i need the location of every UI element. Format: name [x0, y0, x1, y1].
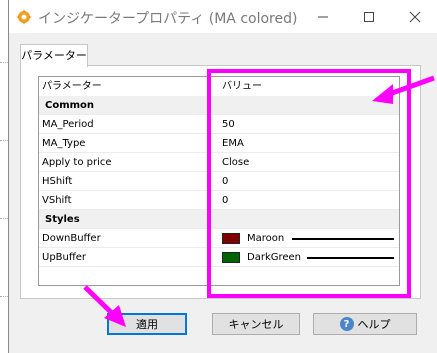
arrow-head — [372, 84, 393, 104]
tab-parameters[interactable]: パラメーター — [20, 44, 88, 67]
indicator-properties-dialog: インジケータープロパティ (MA colored) パラメーター パラメーター … — [8, 0, 437, 353]
highlight-box — [207, 69, 411, 298]
